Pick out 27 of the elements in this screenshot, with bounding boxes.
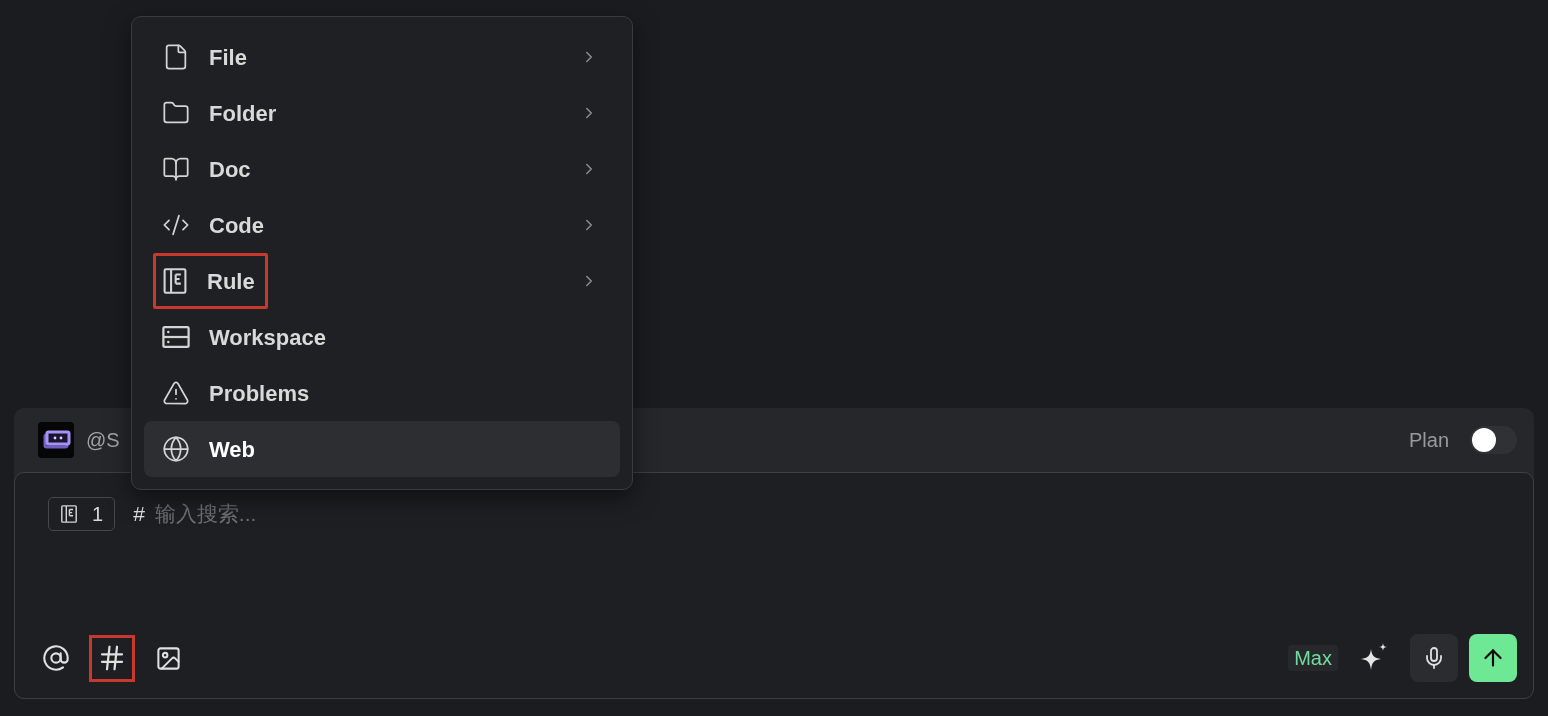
hash-prefix: # [133, 501, 145, 528]
book-icon [162, 155, 190, 183]
menu-item[interactable]: File [144, 29, 620, 85]
menu-item[interactable]: Workspace [144, 309, 620, 365]
plan-toggle[interactable] [1470, 426, 1517, 454]
menu-item[interactable]: Code [144, 197, 620, 253]
warning-icon [162, 379, 190, 407]
microphone-button[interactable] [1410, 634, 1458, 682]
menu-item[interactable]: Web [144, 421, 620, 477]
plan-label: Plan [1408, 428, 1449, 453]
menu-item[interactable]: Folder [144, 85, 620, 141]
menu-item[interactable]: Problems [144, 365, 620, 421]
menu-item[interactable]: Rule [144, 253, 620, 309]
send-button[interactable] [1469, 634, 1517, 682]
server-icon [162, 323, 190, 351]
at-sign-icon [42, 644, 70, 672]
menu-item[interactable]: Doc [144, 141, 620, 197]
screen-face-icon [38, 422, 74, 458]
context-chip[interactable]: 1 [48, 497, 116, 531]
notebook-icon [60, 505, 78, 523]
globe-icon [162, 435, 190, 463]
notebook-icon [162, 268, 188, 294]
max-mode-badge[interactable]: Max [1288, 645, 1338, 671]
context-button[interactable] [89, 634, 135, 682]
search-input[interactable]: 输入搜索... [154, 498, 1513, 530]
image-icon [154, 644, 182, 672]
agent-name: @S [86, 428, 120, 453]
